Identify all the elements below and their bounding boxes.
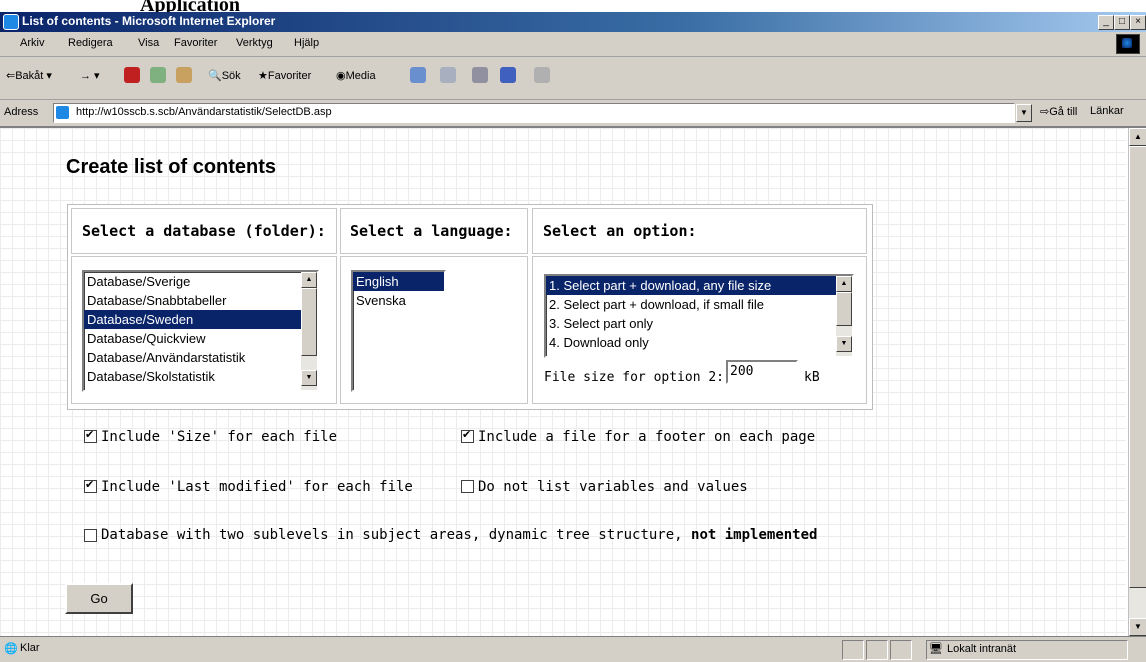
- database-option[interactable]: Database/Sverige: [84, 272, 317, 291]
- address-url: http://w10sscb.s.scb/Användarstatistik/S…: [76, 106, 332, 118]
- scroll-up-icon[interactable]: ▲: [1129, 128, 1146, 146]
- menu-bar: Arkiv Redigera Visa Favoriter Verktyg Hj…: [0, 32, 1146, 57]
- print-icon[interactable]: [472, 67, 488, 83]
- status-text: Klar: [20, 642, 40, 654]
- links-button[interactable]: Länkar: [1090, 105, 1124, 117]
- status-pane-2: [866, 640, 888, 660]
- menu-hjalp[interactable]: Hjälp: [294, 37, 319, 49]
- filesize-input[interactable]: 200: [726, 360, 798, 384]
- size-checkbox[interactable]: [84, 428, 97, 443]
- two-sublevels-text: Database with two sublevels in subject a…: [101, 527, 683, 543]
- stop-icon[interactable]: [124, 67, 140, 83]
- footer-checkbox[interactable]: [461, 428, 474, 443]
- footer-checkbox-label: Include a file for a footer on each page: [478, 429, 816, 445]
- status-bar: 🌐 Klar 🖥 Lokalt intranät: [0, 636, 1146, 662]
- last-modified-checkbox[interactable]: [84, 478, 97, 493]
- option-scroll-down-icon[interactable]: ▼: [836, 336, 852, 352]
- menu-favoriter[interactable]: Favoriter: [174, 37, 217, 49]
- address-dropdown-icon[interactable]: ▼: [1016, 104, 1032, 122]
- two-sublevels-checkbox-label: Database with two sublevels in subject a…: [101, 527, 817, 543]
- status-icon: 🌐: [4, 643, 18, 655]
- zone-text: Lokalt intranät: [947, 643, 1017, 655]
- address-label: Adress: [4, 106, 39, 118]
- word-icon[interactable]: [500, 67, 516, 83]
- zone-pane: 🖥 Lokalt intranät: [926, 640, 1128, 660]
- language-listbox[interactable]: English Svenska: [351, 270, 446, 392]
- option-option[interactable]: 3. Select part only: [546, 314, 852, 333]
- database-list-scrollbar[interactable]: ▲ ▼: [301, 272, 317, 390]
- refresh-icon[interactable]: [150, 67, 166, 83]
- home-icon[interactable]: [176, 67, 192, 83]
- option-option[interactable]: 2. Select part + download, if small file: [546, 295, 852, 314]
- back-label: Bakåt: [15, 70, 44, 82]
- search-button[interactable]: 🔍Sök: [208, 69, 241, 82]
- history-icon[interactable]: [410, 67, 426, 83]
- menu-redigera[interactable]: Redigera: [68, 37, 113, 49]
- maximize-button[interactable]: □: [1114, 15, 1130, 30]
- goto-button[interactable]: ⇨Gå till: [1040, 105, 1077, 118]
- option-option[interactable]: 4. Download only: [546, 333, 852, 352]
- address-input[interactable]: http://w10sscb.s.scb/Användarstatistik/S…: [53, 103, 1015, 123]
- page-icon: [56, 106, 69, 119]
- list-scroll-thumb[interactable]: [301, 288, 317, 356]
- favorites-label: Favoriter: [267, 70, 312, 82]
- intranet-icon: 🖥: [929, 643, 943, 655]
- database-option[interactable]: Database/Sweden: [84, 310, 317, 329]
- option-scroll-up-icon[interactable]: ▲: [836, 276, 852, 292]
- minimize-button[interactable]: _: [1098, 15, 1114, 30]
- filesize-label: File size for option 2:: [544, 370, 725, 385]
- option-scroll-thumb[interactable]: [836, 292, 852, 326]
- database-option[interactable]: Database/Skolstatistik: [84, 367, 317, 386]
- favorites-button[interactable]: ★Favoriter: [258, 69, 311, 82]
- close-button[interactable]: ×: [1130, 15, 1146, 30]
- two-sublevels-checkbox[interactable]: [84, 529, 97, 542]
- language-option[interactable]: Svenska: [353, 291, 444, 310]
- filesize-unit: kB: [804, 370, 820, 385]
- option-option[interactable]: 1. Select part + download, any file size: [546, 276, 852, 295]
- language-header: Select a language:: [350, 222, 513, 240]
- media-button[interactable]: ◉Media: [336, 69, 376, 82]
- database-option[interactable]: Database/Snabbtabeller: [84, 291, 317, 310]
- no-vars-checkbox-label: Do not list variables and values: [478, 479, 748, 495]
- mail-icon[interactable]: [440, 67, 456, 83]
- page-title: Create list of contents: [66, 156, 277, 178]
- goto-label: Gå till: [1049, 106, 1078, 118]
- menu-visa[interactable]: Visa: [138, 37, 159, 49]
- menu-arkiv[interactable]: Arkiv: [20, 37, 44, 49]
- scroll-down-icon[interactable]: ▼: [1129, 618, 1146, 636]
- database-option[interactable]: Database/Användarstatistik: [84, 348, 317, 367]
- window-titlebar: List of contents - Microsoft Internet Ex…: [0, 12, 1146, 32]
- list-scroll-down-icon[interactable]: ▼: [301, 370, 317, 386]
- menu-verktyg[interactable]: Verktyg: [236, 37, 273, 49]
- scroll-thumb[interactable]: [1129, 146, 1146, 588]
- forward-button[interactable]: → ▾: [80, 69, 100, 82]
- size-checkbox-label: Include 'Size' for each file: [101, 429, 338, 445]
- address-bar: Adress http://w10sscb.s.scb/Användarstat…: [0, 100, 1146, 128]
- media-label: Media: [345, 70, 376, 82]
- back-button[interactable]: ⇐Bakåt ▾: [6, 69, 52, 82]
- option-header: Select an option:: [543, 222, 697, 240]
- language-option[interactable]: English: [353, 272, 444, 291]
- search-label: Sök: [221, 70, 241, 82]
- database-option[interactable]: Database/Quickview: [84, 329, 317, 348]
- option-list-scrollbar[interactable]: ▲ ▼: [836, 276, 852, 356]
- list-scroll-up-icon[interactable]: ▲: [301, 272, 317, 288]
- status-pane-3: [890, 640, 912, 660]
- database-header: Select a database (folder):: [82, 222, 326, 240]
- go-button[interactable]: Go: [65, 583, 133, 614]
- windows-logo-icon: [1116, 34, 1140, 54]
- not-implemented-text: not implemented: [691, 527, 818, 543]
- vertical-scrollbar[interactable]: ▲ ▼: [1128, 128, 1146, 636]
- option-listbox[interactable]: 1. Select part + download, any file size…: [544, 274, 854, 358]
- window-title: List of contents - Microsoft Internet Ex…: [22, 14, 276, 28]
- last-modified-checkbox-label: Include 'Last modified' for each file: [101, 479, 413, 495]
- no-vars-checkbox[interactable]: [461, 480, 474, 493]
- ie-icon: [3, 14, 19, 30]
- discuss-icon[interactable]: [534, 67, 550, 83]
- database-listbox[interactable]: Database/Sverige Database/Snabbtabeller Da…: [82, 270, 319, 392]
- toolbar: ⇐Bakåt ▾ → ▾ 🔍Sök ★Favoriter ◉Media: [0, 57, 1146, 100]
- status-pane-1: [842, 640, 864, 660]
